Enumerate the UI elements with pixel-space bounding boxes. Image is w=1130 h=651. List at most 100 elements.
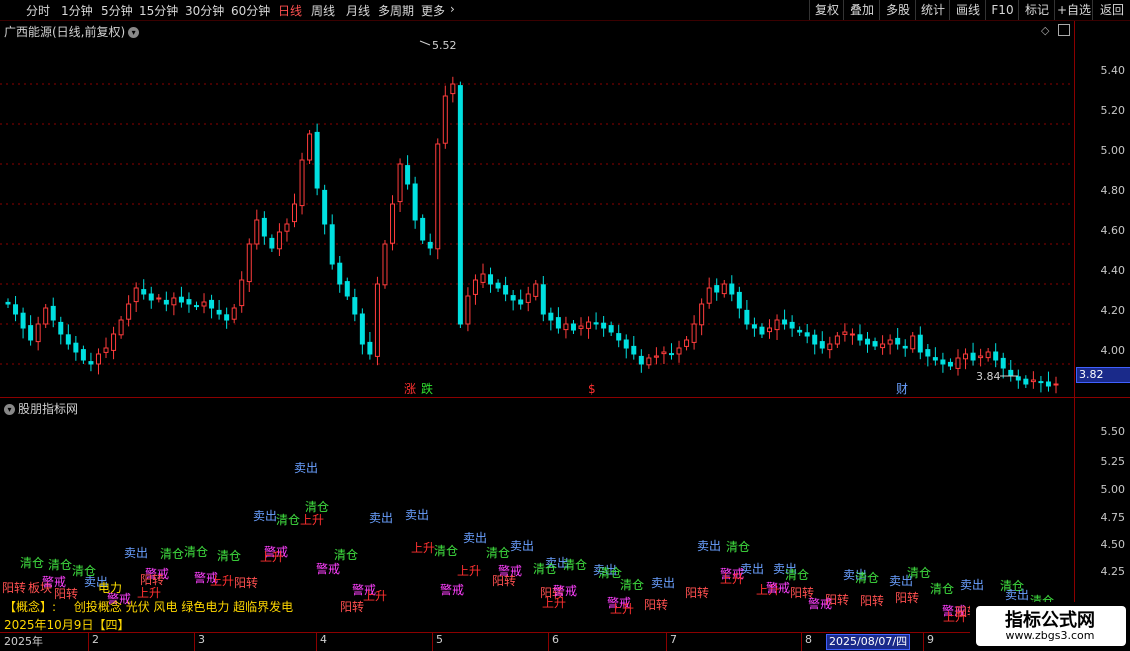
- candle: [269, 234, 275, 252]
- concept-label: 【概念】:: [4, 600, 57, 614]
- candle: [292, 193, 298, 228]
- toolbar-button-4[interactable]: 画线: [949, 0, 986, 20]
- candle-body: [533, 283, 539, 297]
- price-panel: 广西能源(日线,前复权) ▾ ◇ 5.52 3.84 涨跌 $ 财: [0, 21, 1074, 397]
- indicator-signal: 警戒: [808, 597, 833, 611]
- candle-body: [691, 323, 697, 343]
- candle-body: [819, 341, 825, 349]
- toolbar-button-3[interactable]: 统计: [915, 0, 950, 20]
- candle: [721, 280, 727, 298]
- candle-body: [367, 341, 373, 355]
- period-1[interactable]: 1分钟: [61, 2, 93, 19]
- candle: [834, 332, 840, 348]
- price-tick: 4.40: [1100, 264, 1126, 277]
- candle-body: [390, 203, 396, 244]
- candle-body: [216, 309, 222, 315]
- time-tick: 9: [927, 633, 934, 646]
- candle-body: [804, 332, 810, 337]
- indicator-signal: 清仓: [598, 566, 623, 580]
- period-0[interactable]: 分时: [26, 2, 50, 19]
- candle-body: [427, 241, 433, 249]
- indicator-signal: 清仓: [620, 578, 645, 592]
- candle: [314, 123, 320, 196]
- candle: [322, 184, 328, 235]
- period-10[interactable]: 更多: [421, 2, 445, 19]
- watermark-url: www.zbgs3.com: [1005, 629, 1095, 642]
- time-tick: 5: [436, 633, 443, 646]
- indicator-signal: 卖出: [960, 578, 985, 592]
- candle: [940, 352, 946, 373]
- toolbar-button-7[interactable]: +自选: [1054, 0, 1093, 20]
- candle-body: [111, 333, 117, 351]
- period-2[interactable]: 5分钟: [101, 2, 133, 19]
- candle: [80, 345, 86, 364]
- candle-body: [352, 297, 358, 315]
- concept-line: 【概念】: 创投概念 光伏 风电 绿色电力 超临界发电: [4, 598, 293, 615]
- candle-body: [1038, 381, 1044, 384]
- candle: [103, 337, 109, 358]
- toolbar-button-1[interactable]: 叠加: [843, 0, 880, 20]
- indicator-signal: 阳转: [140, 573, 165, 587]
- candle: [382, 240, 388, 289]
- indicator-tick: 4.25: [1100, 565, 1126, 578]
- candle: [209, 294, 215, 319]
- period-7[interactable]: 周线: [311, 2, 335, 19]
- candle: [171, 292, 177, 316]
- indicator-signal: 上升: [542, 596, 567, 610]
- indicator-signal: 阳转: [644, 598, 669, 612]
- candle: [533, 280, 539, 301]
- candle: [631, 336, 637, 360]
- candle: [65, 324, 71, 350]
- candle: [842, 323, 848, 342]
- toolbar-button-6[interactable]: 标记: [1018, 0, 1055, 20]
- indicator-signal: 上升: [411, 541, 436, 555]
- axis-separator: [666, 633, 667, 651]
- candle-body: [201, 301, 207, 307]
- indicator-signal: 清仓: [160, 547, 185, 561]
- period-9[interactable]: 多周期: [378, 2, 414, 19]
- toolbar-button-5[interactable]: F10: [985, 0, 1019, 20]
- candle: [947, 358, 953, 370]
- more-arrow-icon[interactable]: ›: [450, 2, 455, 16]
- axis-separator: [194, 633, 195, 651]
- candle-body: [239, 279, 245, 307]
- toolbar-button-0[interactable]: 复权: [809, 0, 844, 20]
- candle-body: [284, 223, 290, 232]
- indicator-signal: 清仓: [20, 556, 45, 570]
- candle: [178, 286, 184, 308]
- candle: [374, 276, 380, 366]
- candle-body: [73, 342, 79, 353]
- candle-body: [442, 95, 448, 144]
- candle-body: [344, 281, 350, 297]
- indicator-signal: 清仓: [855, 571, 880, 585]
- candle-body: [178, 296, 184, 303]
- candle-body: [1015, 376, 1021, 381]
- candle-body: [224, 314, 230, 321]
- indicator-signal: 上升: [260, 550, 285, 564]
- candle-body: [985, 351, 991, 359]
- candle: [239, 271, 245, 313]
- candle-body: [80, 349, 86, 361]
- period-3[interactable]: 15分钟: [139, 2, 178, 19]
- price-chart[interactable]: 5.52 3.84 涨跌 $ 财: [0, 21, 1074, 397]
- candle: [646, 354, 652, 369]
- indicator-signal: 上升: [610, 602, 635, 616]
- period-5[interactable]: 60分钟: [231, 2, 270, 19]
- period-8[interactable]: 月线: [346, 2, 370, 19]
- indicator-signal: 卖出: [124, 546, 149, 560]
- candle: [525, 286, 531, 312]
- toolbar-button-2[interactable]: 多股: [879, 0, 916, 20]
- candle-body: [736, 291, 742, 309]
- period-4[interactable]: 30分钟: [185, 2, 224, 19]
- axis-separator: [548, 633, 549, 651]
- candle-body: [593, 322, 599, 325]
- indicator-signal: 阳转: [685, 586, 710, 600]
- candle: [827, 336, 833, 359]
- period-6[interactable]: 日线: [278, 2, 302, 19]
- candle-body: [759, 326, 765, 335]
- candle: [759, 323, 765, 338]
- time-tick: 8: [805, 633, 812, 646]
- toolbar-button-8[interactable]: 返回: [1092, 0, 1130, 20]
- candle-body: [940, 359, 946, 365]
- candle: [925, 344, 931, 367]
